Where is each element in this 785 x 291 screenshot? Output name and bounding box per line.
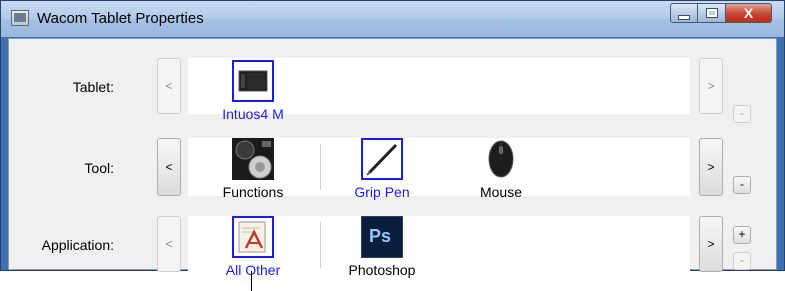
tool-item-label: Functions [222, 184, 284, 200]
tablet-remove-button[interactable]: - [733, 105, 751, 123]
application-next-button[interactable]: > [699, 216, 723, 272]
client-area: Tablet: < Intuos4 M > - Tool: < Function… [8, 38, 777, 278]
tool-item-functions[interactable]: Functions [210, 138, 296, 200]
application-add-button[interactable]: + [733, 226, 751, 244]
tool-remove-button[interactable]: - [733, 176, 751, 194]
minimize-icon [678, 14, 690, 20]
tablet-prev-button[interactable]: < [157, 58, 181, 114]
tablet-item-intuos4[interactable]: Intuos4 M [210, 60, 296, 122]
tool-separator [320, 144, 321, 190]
application-item-label: All Other [225, 262, 281, 278]
application-item-all-other[interactable]: All Other [210, 216, 296, 278]
callout-pointer-line [251, 271, 252, 291]
tool-item-label: Grip Pen [354, 184, 410, 200]
tablet-item-label: Intuos4 M [222, 106, 284, 122]
tool-next-button[interactable]: > [699, 138, 723, 196]
mouse-icon [480, 138, 522, 180]
application-prev-button[interactable]: < [157, 216, 181, 272]
tool-list: Functions Grip Pen Mouse [188, 138, 690, 200]
application-item-label: Photoshop [348, 262, 416, 278]
tool-prev-button[interactable]: < [157, 138, 181, 196]
title-bar[interactable]: Wacom Tablet Properties X [1, 1, 784, 37]
functions-icon [232, 138, 274, 180]
application-separator [320, 222, 321, 268]
tool-item-grip-pen[interactable]: Grip Pen [339, 138, 425, 200]
maximize-icon [705, 8, 718, 18]
window-title: Wacom Tablet Properties [37, 10, 204, 27]
tool-item-mouse[interactable]: Mouse [458, 138, 544, 200]
close-button[interactable]: X [726, 3, 772, 23]
application-remove-button[interactable]: - [733, 252, 751, 270]
photoshop-icon: Ps [361, 216, 403, 258]
close-icon: X [743, 5, 754, 21]
application-item-photoshop[interactable]: Ps Photoshop [339, 216, 425, 278]
all-other-apps-icon [232, 216, 274, 258]
photoshop-icon-text: Ps [369, 226, 392, 246]
pen-icon [361, 138, 403, 180]
tool-row-label: Tool: [84, 160, 114, 176]
tablet-list: Intuos4 M [188, 58, 690, 122]
tool-item-label: Mouse [479, 184, 523, 200]
minimize-button[interactable] [670, 3, 698, 23]
caption-buttons: X [670, 3, 772, 25]
maximize-button[interactable] [698, 3, 726, 23]
wacom-app-icon [11, 10, 29, 26]
tablet-row-label: Tablet: [72, 79, 114, 95]
tablet-icon [232, 60, 274, 102]
tablet-next-button[interactable]: > [699, 58, 723, 114]
application-list: All Other Ps Photoshop [188, 216, 690, 278]
application-row-label: Application: [41, 237, 114, 253]
wacom-properties-window: Wacom Tablet Properties X Tablet: < Intu… [0, 0, 785, 278]
